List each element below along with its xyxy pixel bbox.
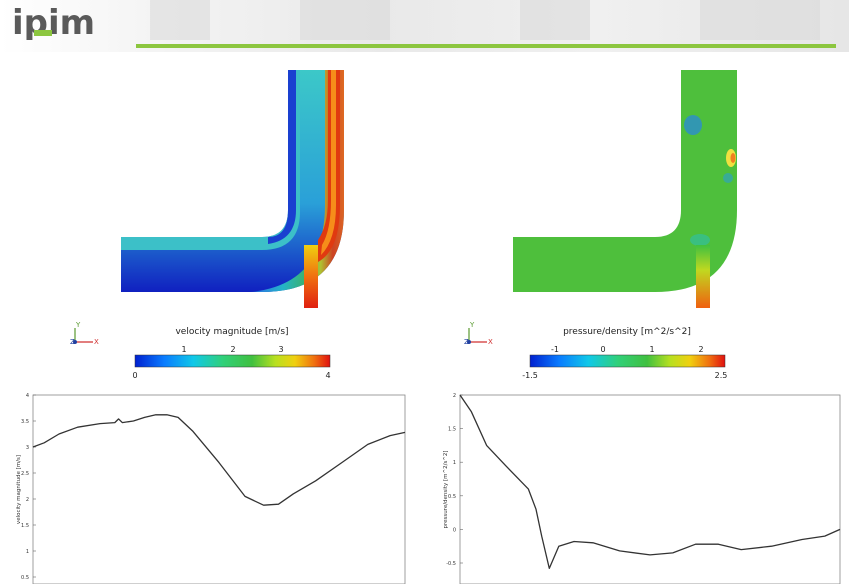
velocity-outlet: [304, 245, 318, 308]
y-tick-label: 4: [26, 393, 29, 399]
y-tick-label: 2: [26, 497, 29, 503]
y-tick-label: -0.5: [446, 561, 456, 567]
pressure-tick-3: 1: [649, 345, 654, 354]
y-tick-label: 1: [453, 460, 456, 466]
velocity-min-label: 0: [132, 371, 137, 380]
pressure-min-label: -1.5: [522, 371, 538, 380]
y-tick-label: 0: [453, 527, 456, 533]
velocity-colorbar-title: velocity magnitude [m/s]: [175, 327, 288, 337]
pressure-corner-low: [690, 234, 710, 246]
velocity-pipe-inner: [121, 70, 300, 250]
y-tick-label: 1.5: [21, 523, 29, 529]
y-tick-label: 3: [26, 445, 29, 451]
velocity-field-plot: [121, 70, 344, 308]
y-tick-label: 0.5: [448, 494, 456, 500]
velocity-axes-triad: Y Z X: [70, 321, 99, 346]
pressure-colorbar-gradient: [529, 354, 726, 368]
y-tick-label: 1.5: [448, 427, 456, 433]
axis-z-label: Z: [70, 338, 75, 346]
pressure-line-chart: 2 1.5 1 0.5 0 -0.5 pressure/density [m^2/s^2]: [443, 393, 841, 584]
velocity-colorbar-gradient: [134, 354, 331, 368]
pressure-axes-triad: Y Z X: [464, 321, 493, 346]
axis-y-label: Y: [75, 321, 81, 329]
pressure-low-spot-2: [723, 173, 733, 183]
y-tick-label: 2.5: [21, 471, 29, 477]
chart-frame: [32, 394, 406, 584]
y-tick-label: 3.5: [21, 419, 29, 425]
pressure-tick-1: -1: [551, 345, 559, 354]
y-tick-label: 0.5: [21, 575, 29, 581]
series-line: [459, 394, 841, 570]
axis-x-label: X: [94, 338, 99, 346]
y-axis-label: pressure/density [m^2/s^2]: [443, 450, 449, 528]
pressure-high-core: [730, 153, 736, 163]
velocity-colorbar: velocity magnitude [m/s] 1 2 3 0 4: [132, 327, 330, 380]
pressure-tick-4: 2: [698, 345, 703, 354]
figure-canvas: Y Z X velocity magnitude [m/s] 1 2 3 0 4…: [16, 70, 841, 584]
pressure-outlet: [696, 245, 710, 308]
velocity-line-chart: 4 3.5 3 2.5 2 1.5 1 0.5 velocity magnitude [m/s]: [16, 393, 406, 584]
axis-z-label: Z: [464, 338, 469, 346]
y-tick-label: 1: [26, 549, 29, 555]
velocity-tick-1: 1: [181, 345, 186, 354]
pressure-tick-2: 0: [600, 345, 605, 354]
y-tick-label: 2: [453, 393, 456, 399]
chart-frame: [459, 394, 841, 584]
pressure-low-spot: [684, 115, 702, 135]
pressure-colorbar-title: pressure/density [m^2/s^2]: [563, 327, 691, 337]
series-line: [32, 414, 406, 506]
velocity-tick-2: 2: [230, 345, 235, 354]
y-axis-label: velocity magnitude [m/s]: [16, 455, 22, 524]
pressure-colorbar: pressure/density [m^2/s^2] -1 0 1 2 -1.5…: [522, 327, 727, 380]
pressure-max-label: 2.5: [715, 371, 728, 380]
velocity-wall-layer: [268, 70, 296, 244]
axis-y-label: Y: [469, 321, 475, 329]
velocity-max-label: 4: [325, 371, 330, 380]
pressure-field-plot: [513, 70, 737, 308]
axis-x-label: X: [488, 338, 493, 346]
velocity-tick-3: 3: [278, 345, 283, 354]
